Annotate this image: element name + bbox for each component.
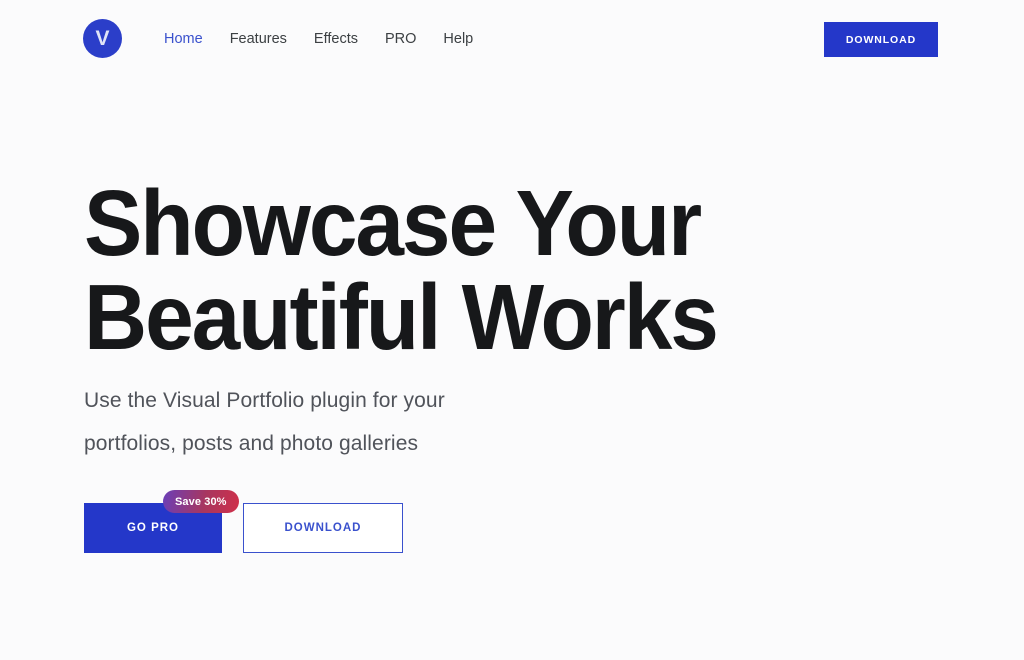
v-circle-logo-icon[interactable]: V xyxy=(83,19,122,58)
logo-letter: V xyxy=(95,28,109,49)
go-pro-button-wrapper: Save 30% GO PRO xyxy=(84,503,222,553)
save-discount-badge: Save 30% xyxy=(163,490,239,513)
nav-item-help[interactable]: Help xyxy=(443,30,473,49)
site-header: V Home Features Effects PRO Help DOWNLOA… xyxy=(0,0,1024,79)
hero-subtitle: Use the Visual Portfolio plugin for your… xyxy=(84,379,445,465)
main-nav: Home Features Effects PRO Help xyxy=(164,30,473,49)
nav-item-pro[interactable]: PRO xyxy=(385,30,416,49)
hero-title: Showcase Your Beautiful Works xyxy=(84,176,717,364)
hero-download-button[interactable]: DOWNLOAD xyxy=(243,503,403,553)
page-root: V Home Features Effects PRO Help DOWNLOA… xyxy=(0,0,1024,660)
nav-item-effects[interactable]: Effects xyxy=(314,30,358,49)
nav-item-home[interactable]: Home xyxy=(164,30,203,49)
header-download-button[interactable]: DOWNLOAD xyxy=(824,22,938,57)
hero-cta-row: Save 30% GO PRO DOWNLOAD xyxy=(84,503,403,553)
nav-item-features[interactable]: Features xyxy=(230,30,287,49)
